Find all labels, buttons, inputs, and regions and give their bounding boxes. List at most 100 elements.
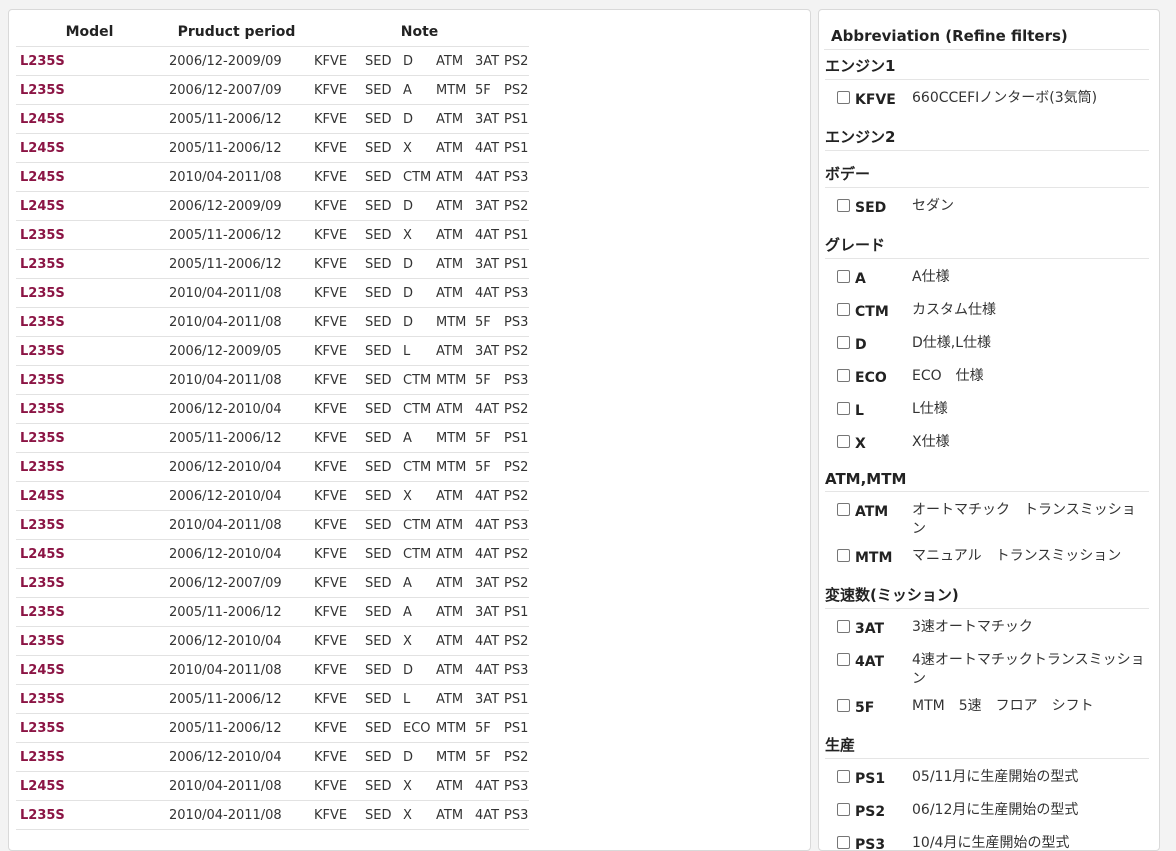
filter-checkbox[interactable] <box>837 369 850 382</box>
body-cell: SED <box>361 133 399 163</box>
model-link[interactable]: L245S <box>20 112 65 127</box>
filter-code: ATM <box>855 504 889 520</box>
model-link[interactable]: L235S <box>20 460 65 475</box>
model-link[interactable]: L235S <box>20 315 65 330</box>
model-link[interactable]: L245S <box>20 779 65 794</box>
model-link[interactable]: L245S <box>20 170 65 185</box>
production-cell: PS2 <box>500 568 529 598</box>
filter-checkbox[interactable] <box>837 402 850 415</box>
filter-option[interactable]: 3AT 3速オートマチック <box>825 615 1149 643</box>
filter-option[interactable]: A A仕様 <box>825 265 1149 293</box>
model-link[interactable]: L235S <box>20 808 65 823</box>
model-link[interactable]: L245S <box>20 547 65 562</box>
grade-cell: D <box>399 655 432 685</box>
production-cell: PS1 <box>500 249 529 279</box>
transmission-cell: ATM <box>432 510 471 540</box>
filter-option[interactable]: 4AT 4速オートマチックトランスミッション <box>825 648 1149 689</box>
filter-option[interactable]: D D仕様,L仕様 <box>825 331 1149 359</box>
production-cell: PS3 <box>500 800 529 830</box>
filter-checkbox[interactable] <box>837 435 850 448</box>
grade-cell: A <box>399 75 432 105</box>
model-link[interactable]: L235S <box>20 83 65 98</box>
filter-checkbox[interactable] <box>837 770 850 783</box>
model-link[interactable]: L235S <box>20 431 65 446</box>
filter-description: D仕様,L仕様 <box>912 335 992 351</box>
filter-description: A仕様 <box>912 269 950 285</box>
model-cell: L235S <box>16 46 163 76</box>
filter-checkbox[interactable] <box>837 620 850 633</box>
model-link[interactable]: L245S <box>20 199 65 214</box>
transmission-cell: ATM <box>432 162 471 192</box>
model-link[interactable]: L235S <box>20 750 65 765</box>
filter-checkbox[interactable] <box>837 653 850 666</box>
production-cell: PS2 <box>500 539 529 569</box>
model-link[interactable]: L235S <box>20 576 65 591</box>
model-link[interactable]: L235S <box>20 54 65 69</box>
filter-option[interactable]: ATM オートマチック トランスミッション <box>825 498 1149 539</box>
model-cell: L235S <box>16 510 163 540</box>
transmission-cell: ATM <box>432 336 471 366</box>
production-cell: PS2 <box>500 394 529 424</box>
filter-section: 変速数(ミッション) 3AT 3速オートマチック 4AT 4速オートマチックトランスミッ… <box>825 584 1149 722</box>
filter-checkbox[interactable] <box>837 303 850 316</box>
model-link[interactable]: L235S <box>20 228 65 243</box>
model-cell: L245S <box>16 539 163 569</box>
model-link[interactable]: L235S <box>20 402 65 417</box>
gears-cell: 3AT <box>471 104 500 134</box>
model-link[interactable]: L235S <box>20 721 65 736</box>
period-cell: 2010/04-2011/08 <box>163 162 310 192</box>
model-link[interactable]: L245S <box>20 141 65 156</box>
model-link[interactable]: L245S <box>20 663 65 678</box>
filter-code: 3AT <box>855 621 885 637</box>
period-cell: 2006/12-2007/09 <box>163 568 310 598</box>
production-cell: PS1 <box>500 423 529 453</box>
model-link[interactable]: L235S <box>20 286 65 301</box>
period-header: Pruduct period <box>163 18 310 47</box>
production-cell: PS3 <box>500 278 529 308</box>
model-link[interactable]: L235S <box>20 373 65 388</box>
model-cell: L245S <box>16 133 163 163</box>
filter-section-heading: 変速数(ミッション) <box>825 584 1149 609</box>
filter-code: PS2 <box>855 804 886 820</box>
table-row: L235S 2010/04-2011/08 KFVE SED CTM MTM 5F PS3 <box>16 365 529 395</box>
filter-checkbox[interactable] <box>837 503 850 516</box>
gears-cell: 5F <box>471 452 500 482</box>
model-link[interactable]: L235S <box>20 605 65 620</box>
gears-cell: 3AT <box>471 597 500 627</box>
gears-cell: 4AT <box>471 510 500 540</box>
transmission-cell: ATM <box>432 46 471 76</box>
period-cell: 2006/12-2009/09 <box>163 191 310 221</box>
model-link[interactable]: L235S <box>20 518 65 533</box>
filter-option[interactable]: 5F MTM 5速 フロア シフト <box>825 694 1149 722</box>
filter-option[interactable]: X X仕様 <box>825 430 1149 458</box>
model-link[interactable]: L235S <box>20 634 65 649</box>
model-link[interactable]: L235S <box>20 692 65 707</box>
filter-option[interactable]: PS1 05/11月に生産開始の型式 <box>825 765 1149 793</box>
filter-checkbox[interactable] <box>837 803 850 816</box>
gears-cell: 5F <box>471 75 500 105</box>
engine-cell: KFVE <box>310 365 361 395</box>
model-link[interactable]: L245S <box>20 489 65 504</box>
filter-option[interactable]: PS3 10/4月に生産開始の型式 <box>825 831 1149 850</box>
filter-option[interactable]: MTM マニュアル トランスミッション <box>825 544 1149 572</box>
filter-code: A <box>855 271 866 287</box>
filter-code: ECO <box>855 370 887 386</box>
filter-option[interactable]: SED セダン <box>825 194 1149 222</box>
filter-checkbox[interactable] <box>837 549 850 562</box>
filter-option[interactable]: L L仕様 <box>825 397 1149 425</box>
filter-option[interactable]: ECO ECO 仕様 <box>825 364 1149 392</box>
gears-cell: 3AT <box>471 336 500 366</box>
filter-checkbox[interactable] <box>837 199 850 212</box>
filter-option[interactable]: PS2 06/12月に生産開始の型式 <box>825 798 1149 826</box>
filter-checkbox[interactable] <box>837 270 850 283</box>
table-row: L245S 2006/12-2010/04 KFVE SED X ATM 4AT PS2 <box>16 481 529 511</box>
filter-description: 4速オートマチックトランスミッション <box>912 652 1145 687</box>
filter-checkbox[interactable] <box>837 699 850 712</box>
filter-option[interactable]: KFVE 660CCEFIノンターボ(3気筒) <box>825 86 1149 114</box>
filter-checkbox[interactable] <box>837 91 850 104</box>
filter-checkbox[interactable] <box>837 336 850 349</box>
model-link[interactable]: L235S <box>20 257 65 272</box>
body-cell: SED <box>361 336 399 366</box>
filter-option[interactable]: CTM カスタム仕様 <box>825 298 1149 326</box>
model-link[interactable]: L235S <box>20 344 65 359</box>
